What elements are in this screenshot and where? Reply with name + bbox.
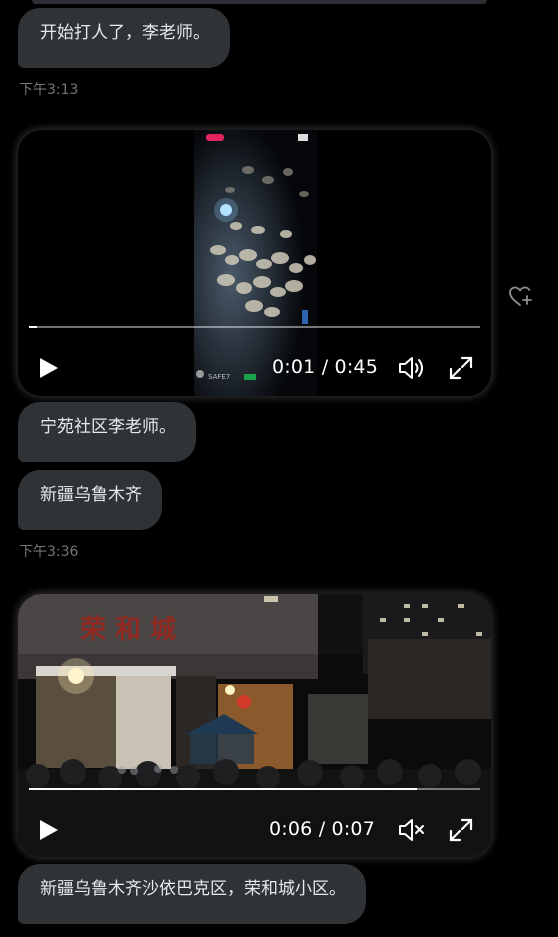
fullscreen-icon[interactable] bbox=[448, 817, 474, 843]
video-time: 0:01 / 0:45 bbox=[272, 356, 379, 378]
video-progress-bar[interactable] bbox=[29, 326, 480, 328]
video-progress-fill bbox=[29, 788, 417, 790]
video-progress-fill bbox=[29, 326, 37, 328]
svg-text:SAFE7: SAFE7 bbox=[208, 373, 230, 381]
message-bubble[interactable]: 宁苑社区李老师。 bbox=[18, 402, 196, 462]
play-icon[interactable] bbox=[38, 356, 60, 380]
dm-conversation: 开始打人了，李老师。 下午3:13 SAFE7 0:01 / 0:45 宁苑社区… bbox=[0, 0, 558, 937]
video-player[interactable]: SAFE7 0:01 / 0:45 bbox=[18, 130, 491, 396]
video-progress-bar[interactable] bbox=[29, 788, 480, 790]
previous-message-edge bbox=[32, 0, 487, 4]
message-bubble[interactable]: 开始打人了，李老师。 bbox=[18, 8, 230, 68]
message-text: 新疆乌鲁木齐沙依巴克区，荣和城小区。 bbox=[40, 879, 346, 899]
message-text: 新疆乌鲁木齐 bbox=[40, 485, 142, 505]
message-text: 开始打人了，李老师。 bbox=[40, 23, 210, 43]
video-time: 0:06 / 0:07 bbox=[269, 818, 376, 840]
play-icon[interactable] bbox=[38, 818, 60, 842]
message-timestamp: 下午3:13 bbox=[19, 82, 79, 98]
message-bubble[interactable]: 新疆乌鲁木齐 bbox=[18, 470, 162, 530]
volume-icon[interactable] bbox=[398, 355, 426, 381]
video-player[interactable]: 荣 和 城 0:06 / 0:07 bbox=[18, 594, 491, 857]
svg-text:荣 和 城: 荣 和 城 bbox=[80, 615, 176, 645]
heart-plus-icon[interactable] bbox=[508, 285, 534, 309]
message-timestamp: 下午3:36 bbox=[19, 544, 79, 560]
fullscreen-icon[interactable] bbox=[448, 355, 474, 381]
message-text: 宁苑社区李老师。 bbox=[40, 417, 176, 437]
volume-muted-icon[interactable] bbox=[398, 817, 426, 843]
message-bubble[interactable]: 新疆乌鲁木齐沙依巴克区，荣和城小区。 bbox=[18, 864, 366, 924]
